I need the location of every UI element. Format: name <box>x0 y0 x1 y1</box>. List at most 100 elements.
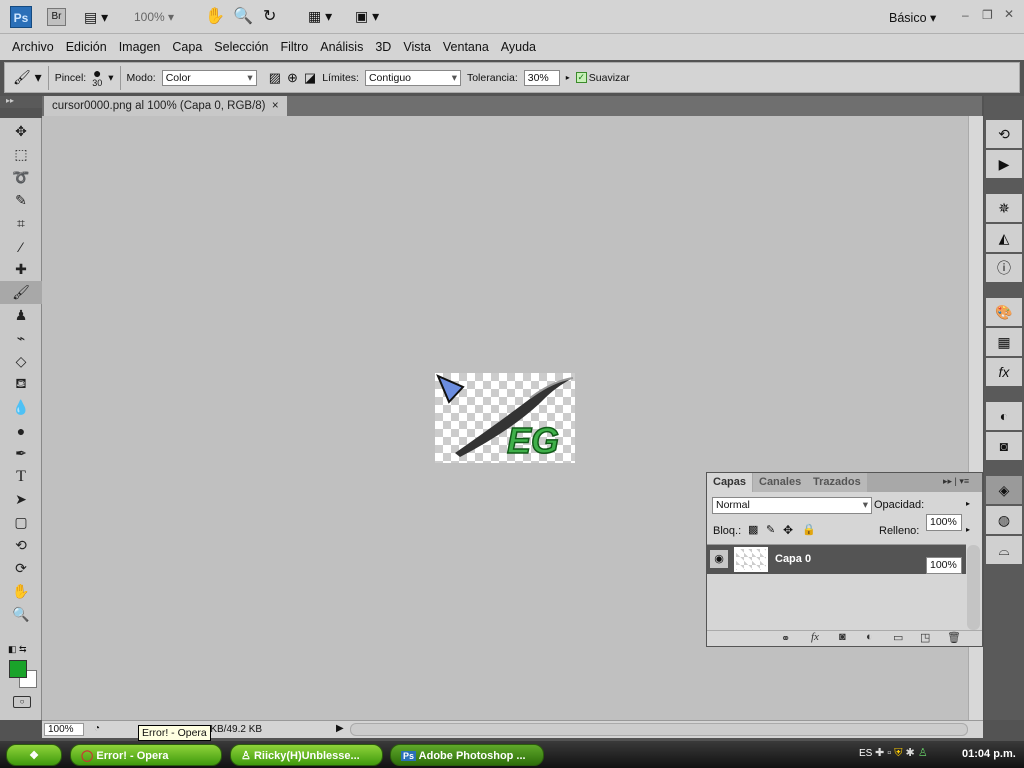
sampling-swatch-icon[interactable]: ◪ <box>304 70 316 86</box>
type-tool-icon[interactable]: T <box>0 465 42 488</box>
layers-panel-icon[interactable]: ◈ <box>986 476 1022 504</box>
taskbar-item-opera[interactable]: ◯ Error! - Opera <box>70 744 222 766</box>
close-button[interactable]: ✕ <box>1004 7 1014 21</box>
tray-icons[interactable]: ✚ ▫ ⛨ ✱ ♙ <box>875 746 928 760</box>
marquee-tool-icon[interactable]: ⬚ <box>0 143 42 166</box>
tab-trazados[interactable]: Trazados <box>807 473 867 492</box>
shape-tool-icon[interactable]: ▢ <box>0 511 42 534</box>
language-indicator[interactable]: ES <box>859 748 872 759</box>
menu-capa[interactable]: Capa <box>166 34 208 60</box>
tool-preset-picker[interactable]: 🖌 ▾ <box>13 69 42 86</box>
tab-canales[interactable]: Canales <box>753 473 808 492</box>
horizontal-scrollbar[interactable] <box>350 723 968 736</box>
link-layers-icon[interactable]: ⚭ <box>781 632 790 645</box>
ps-logo[interactable]: Ps <box>10 6 32 28</box>
mode-select[interactable]: Color <box>161 69 257 86</box>
navigator-panel-icon[interactable]: ✵ <box>986 194 1022 222</box>
history-panel-icon[interactable]: ⟲ <box>986 120 1022 148</box>
clock[interactable]: 01:04 p.m. <box>962 748 1016 760</box>
history-brush-tool-icon[interactable]: ⌁ <box>0 327 42 350</box>
minimize-button[interactable]: – <box>962 8 969 22</box>
smooth-checkbox[interactable]: ✓ <box>575 72 587 83</box>
layer-name[interactable]: Capa 0 <box>775 553 811 565</box>
default-colors-icon[interactable]: ◧ ⇆ <box>8 644 27 655</box>
menu-vista[interactable]: Vista <box>397 34 437 60</box>
blur-tool-icon[interactable]: 💧 <box>0 396 42 419</box>
tab-capas[interactable]: Capas <box>707 473 753 492</box>
actions-panel-icon[interactable]: ▶ <box>986 150 1022 178</box>
path-selection-tool-icon[interactable]: ➤ <box>0 488 42 511</box>
3d-rotate-tool-icon[interactable]: ⟲ <box>0 534 42 557</box>
color-replacement-tool-icon[interactable]: 🖌 <box>0 281 42 304</box>
zoom-field[interactable]: 100% <box>44 723 84 736</box>
taskbar-item-messenger[interactable]: ♙ Riicky(H)Unblesse... <box>230 744 383 766</box>
delete-layer-icon[interactable]: 🗑 <box>947 631 961 644</box>
brush-dropdown-arrow[interactable]: ▾ <box>108 72 113 84</box>
layers-scrollbar[interactable] <box>967 545 980 630</box>
rotate-view-icon[interactable]: ↻ <box>263 6 276 26</box>
view-extras-button[interactable]: ▤ ▾ <box>84 9 108 26</box>
menu-ayuda[interactable]: Ayuda <box>495 34 542 60</box>
quick-mask-icon[interactable]: ○ <box>13 696 31 708</box>
status-info-icon[interactable]: ◔ <box>94 723 100 734</box>
bridge-button[interactable]: Br <box>47 8 66 26</box>
sampling-continuous-icon[interactable]: ▨ <box>269 70 281 86</box>
new-layer-icon[interactable]: ◳ <box>920 631 930 644</box>
hand-tool-icon[interactable]: ✋ <box>205 6 225 26</box>
menu-ventana[interactable]: Ventana <box>437 34 495 60</box>
limits-select[interactable]: Contiguo <box>364 69 461 86</box>
lasso-tool-icon[interactable]: ➰ <box>0 166 42 189</box>
taskbar-item-photoshop[interactable]: Ps Adobe Photoshop ... <box>390 744 544 766</box>
lock-position-icon[interactable]: ✥ <box>783 523 793 537</box>
tolerance-input[interactable]: 30% <box>523 69 560 86</box>
document-image[interactable]: EG <box>435 373 575 463</box>
menu-archivo[interactable]: Archivo <box>6 34 60 60</box>
foreground-color-swatch[interactable] <box>9 660 27 678</box>
menu-seleccion[interactable]: Selección <box>208 34 274 60</box>
menu-analisis[interactable]: Análisis <box>314 34 369 60</box>
quick-selection-tool-icon[interactable]: ✎ <box>0 189 42 212</box>
masks-panel-icon[interactable]: ◙ <box>986 432 1022 460</box>
move-tool-icon[interactable]: ✥ <box>0 120 42 143</box>
opacity-input[interactable]: 100% <box>926 514 962 531</box>
adjustments-panel-icon[interactable]: ◐ <box>986 402 1022 430</box>
lock-transparency-icon[interactable]: ▩ <box>748 523 758 536</box>
arrange-documents-button[interactable]: ▦ ▾ <box>308 8 332 25</box>
3d-orbit-tool-icon[interactable]: ⟳ <box>0 557 42 580</box>
zoom-tool-icon[interactable]: 🔍 <box>233 6 253 26</box>
menu-imagen[interactable]: Imagen <box>113 34 167 60</box>
hand-tool-icon[interactable]: ✋ <box>0 580 42 603</box>
info-panel-icon[interactable]: ⓘ <box>986 254 1022 282</box>
crop-tool-icon[interactable]: ⌗ <box>0 212 42 235</box>
dodge-tool-icon[interactable]: ● <box>0 419 42 442</box>
clone-stamp-tool-icon[interactable]: ♟ <box>0 304 42 327</box>
fill-input[interactable]: 100% <box>926 557 962 574</box>
styles-panel-icon[interactable]: fx <box>986 358 1022 386</box>
channels-panel-icon[interactable]: ◍ <box>986 506 1022 534</box>
fill-slider-arrow[interactable]: ▸ <box>966 525 970 534</box>
lock-all-icon[interactable]: 🔒 <box>802 523 816 536</box>
start-button[interactable]: ❖ <box>6 744 62 766</box>
menu-edicion[interactable]: Edición <box>60 34 113 60</box>
healing-brush-tool-icon[interactable]: ✚ <box>0 258 42 281</box>
status-menu-arrow[interactable]: ▶ <box>336 723 344 734</box>
blend-mode-select[interactable]: Normal <box>712 497 872 514</box>
document-tab[interactable]: cursor0000.png al 100% (Capa 0, RGB/8) × <box>44 96 287 116</box>
color-panel-icon[interactable]: 🎨 <box>986 298 1022 326</box>
pen-tool-icon[interactable]: ✒ <box>0 442 42 465</box>
eraser-tool-icon[interactable]: ◇ <box>0 350 42 373</box>
brush-picker[interactable]: ● 30 <box>92 66 102 88</box>
panel-collapse-handle[interactable]: ▸▸ <box>0 96 42 108</box>
layer-style-icon[interactable]: fx <box>811 631 819 643</box>
zoom-level-dropdown[interactable]: 100% ▾ <box>134 10 174 24</box>
restore-button[interactable]: ❐ <box>982 8 993 22</box>
panel-menu-icon[interactable]: ▸▸ | ▾≡ <box>943 476 969 487</box>
screen-mode-button[interactable]: ▣ ▾ <box>355 8 379 25</box>
eyedropper-tool-icon[interactable]: ⁄ <box>0 235 42 258</box>
adjustment-layer-icon[interactable]: ◐ <box>866 631 873 643</box>
swatches-panel-icon[interactable]: ▦ <box>986 328 1022 356</box>
paths-panel-icon[interactable]: ⌓ <box>986 536 1022 564</box>
tolerance-slider-arrow[interactable]: ▸ <box>566 73 570 82</box>
histogram-panel-icon[interactable]: ◭ <box>986 224 1022 252</box>
menu-3d[interactable]: 3D <box>369 34 397 60</box>
